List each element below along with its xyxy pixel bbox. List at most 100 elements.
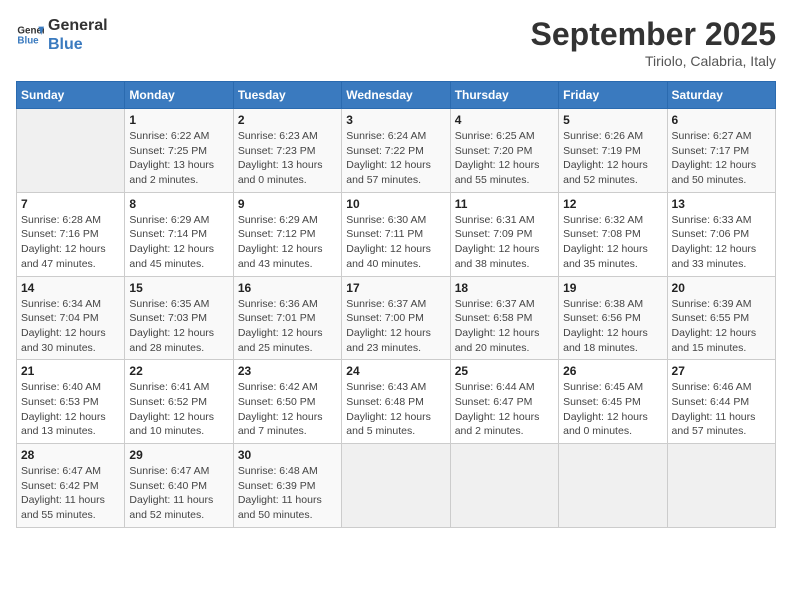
page-header: General Blue General Blue September 2025… bbox=[16, 16, 776, 69]
day-info: Sunrise: 6:38 AM Sunset: 6:56 PM Dayligh… bbox=[563, 297, 662, 356]
day-info: Sunrise: 6:25 AM Sunset: 7:20 PM Dayligh… bbox=[455, 129, 554, 188]
day-number: 8 bbox=[129, 197, 228, 211]
day-number: 29 bbox=[129, 448, 228, 462]
calendar-cell: 21 Sunrise: 6:40 AM Sunset: 6:53 PM Dayli… bbox=[17, 360, 125, 444]
weekday-header: Thursday bbox=[450, 82, 558, 109]
calendar-cell: 8Sunrise: 6:29 AM Sunset: 7:14 PM Daylig… bbox=[125, 192, 233, 276]
day-info: Sunrise: 6:23 AM Sunset: 7:23 PM Dayligh… bbox=[238, 129, 337, 188]
day-info: Sunrise: 6:29 AM Sunset: 7:12 PM Dayligh… bbox=[238, 213, 337, 272]
day-number: 21 bbox=[21, 364, 120, 378]
day-number: 26 bbox=[563, 364, 662, 378]
logo-general: General bbox=[48, 16, 108, 35]
calendar-cell: 10Sunrise: 6:30 AM Sunset: 7:11 PM Dayli… bbox=[342, 192, 450, 276]
day-info: Sunrise: 6:43 AM Sunset: 6:48 PM Dayligh… bbox=[346, 380, 445, 439]
day-number: 23 bbox=[238, 364, 337, 378]
day-number: 22 bbox=[129, 364, 228, 378]
logo: General Blue General Blue bbox=[16, 16, 108, 54]
calendar-cell: 17 Sunrise: 6:37 AM Sunset: 7:00 PM Dayli… bbox=[342, 276, 450, 360]
day-number: 17 bbox=[346, 281, 445, 295]
svg-text:Blue: Blue bbox=[17, 36, 39, 47]
day-number: 5 bbox=[563, 113, 662, 127]
day-info: Sunrise: 6:32 AM Sunset: 7:08 PM Dayligh… bbox=[563, 213, 662, 272]
day-info: Sunrise: 6:36 AM Sunset: 7:01 PM Dayligh… bbox=[238, 297, 337, 356]
location: Tiriolo, Calabria, Italy bbox=[531, 53, 776, 69]
calendar-cell bbox=[342, 444, 450, 528]
day-number: 9 bbox=[238, 197, 337, 211]
day-number: 6 bbox=[672, 113, 771, 127]
day-info: Sunrise: 6:40 AM Sunset: 6:53 PM Dayligh… bbox=[21, 380, 120, 439]
calendar-cell: 29 Sunrise: 6:47 AM Sunset: 6:40 PM Dayli… bbox=[125, 444, 233, 528]
calendar-cell: 18 Sunrise: 6:37 AM Sunset: 6:58 PM Dayli… bbox=[450, 276, 558, 360]
calendar-cell bbox=[17, 109, 125, 193]
day-number: 30 bbox=[238, 448, 337, 462]
day-number: 7 bbox=[21, 197, 120, 211]
calendar-cell: 19 Sunrise: 6:38 AM Sunset: 6:56 PM Dayli… bbox=[559, 276, 667, 360]
day-number: 19 bbox=[563, 281, 662, 295]
calendar-cell: 28Sunrise: 6:47 AM Sunset: 6:42 PM Dayli… bbox=[17, 444, 125, 528]
day-number: 16 bbox=[238, 281, 337, 295]
calendar-cell: 1 Sunrise: 6:22 AM Sunset: 7:25 PM Daylig… bbox=[125, 109, 233, 193]
calendar-cell: 15Sunrise: 6:35 AM Sunset: 7:03 PM Dayli… bbox=[125, 276, 233, 360]
day-number: 25 bbox=[455, 364, 554, 378]
calendar-cell: 2 Sunrise: 6:23 AM Sunset: 7:23 PM Daylig… bbox=[233, 109, 341, 193]
calendar-cell: 3Sunrise: 6:24 AM Sunset: 7:22 PM Daylig… bbox=[342, 109, 450, 193]
weekday-header: Friday bbox=[559, 82, 667, 109]
day-number: 11 bbox=[455, 197, 554, 211]
calendar-cell: 23 Sunrise: 6:42 AM Sunset: 6:50 PM Dayli… bbox=[233, 360, 341, 444]
calendar-cell: 20 Sunrise: 6:39 AM Sunset: 6:55 PM Dayli… bbox=[667, 276, 775, 360]
day-info: Sunrise: 6:30 AM Sunset: 7:11 PM Dayligh… bbox=[346, 213, 445, 272]
calendar-cell: 27 Sunrise: 6:46 AM Sunset: 6:44 PM Dayli… bbox=[667, 360, 775, 444]
month-title: September 2025 bbox=[531, 16, 776, 53]
calendar-cell bbox=[559, 444, 667, 528]
day-number: 20 bbox=[672, 281, 771, 295]
logo-blue: Blue bbox=[48, 35, 108, 54]
day-number: 18 bbox=[455, 281, 554, 295]
calendar-cell: 22 Sunrise: 6:41 AM Sunset: 6:52 PM Dayli… bbox=[125, 360, 233, 444]
calendar-cell: 26 Sunrise: 6:45 AM Sunset: 6:45 PM Dayli… bbox=[559, 360, 667, 444]
day-info: Sunrise: 6:34 AM Sunset: 7:04 PM Dayligh… bbox=[21, 297, 120, 356]
calendar-cell: 4 Sunrise: 6:25 AM Sunset: 7:20 PM Daylig… bbox=[450, 109, 558, 193]
day-number: 15 bbox=[129, 281, 228, 295]
calendar-cell bbox=[667, 444, 775, 528]
calendar-cell: 11 Sunrise: 6:31 AM Sunset: 7:09 PM Dayli… bbox=[450, 192, 558, 276]
day-info: Sunrise: 6:41 AM Sunset: 6:52 PM Dayligh… bbox=[129, 380, 228, 439]
calendar-cell: 7 Sunrise: 6:28 AM Sunset: 7:16 PM Daylig… bbox=[17, 192, 125, 276]
day-info: Sunrise: 6:47 AM Sunset: 6:40 PM Dayligh… bbox=[129, 464, 228, 523]
weekday-header: Monday bbox=[125, 82, 233, 109]
day-info: Sunrise: 6:44 AM Sunset: 6:47 PM Dayligh… bbox=[455, 380, 554, 439]
calendar-table: SundayMondayTuesdayWednesdayThursdayFrid… bbox=[16, 81, 776, 528]
calendar-cell: 25 Sunrise: 6:44 AM Sunset: 6:47 PM Dayli… bbox=[450, 360, 558, 444]
calendar-cell: 9 Sunrise: 6:29 AM Sunset: 7:12 PM Daylig… bbox=[233, 192, 341, 276]
day-info: Sunrise: 6:46 AM Sunset: 6:44 PM Dayligh… bbox=[672, 380, 771, 439]
day-number: 27 bbox=[672, 364, 771, 378]
day-info: Sunrise: 6:48 AM Sunset: 6:39 PM Dayligh… bbox=[238, 464, 337, 523]
day-info: Sunrise: 6:39 AM Sunset: 6:55 PM Dayligh… bbox=[672, 297, 771, 356]
day-number: 14 bbox=[21, 281, 120, 295]
weekday-header: Wednesday bbox=[342, 82, 450, 109]
day-number: 1 bbox=[129, 113, 228, 127]
day-info: Sunrise: 6:28 AM Sunset: 7:16 PM Dayligh… bbox=[21, 213, 120, 272]
weekday-header: Saturday bbox=[667, 82, 775, 109]
day-number: 12 bbox=[563, 197, 662, 211]
calendar-cell: 13Sunrise: 6:33 AM Sunset: 7:06 PM Dayli… bbox=[667, 192, 775, 276]
day-info: Sunrise: 6:22 AM Sunset: 7:25 PM Dayligh… bbox=[129, 129, 228, 188]
day-number: 24 bbox=[346, 364, 445, 378]
calendar-cell: 5 Sunrise: 6:26 AM Sunset: 7:19 PM Daylig… bbox=[559, 109, 667, 193]
calendar-cell: 12 Sunrise: 6:32 AM Sunset: 7:08 PM Dayli… bbox=[559, 192, 667, 276]
day-number: 4 bbox=[455, 113, 554, 127]
day-number: 2 bbox=[238, 113, 337, 127]
calendar-cell: 14 Sunrise: 6:34 AM Sunset: 7:04 PM Dayli… bbox=[17, 276, 125, 360]
day-info: Sunrise: 6:33 AM Sunset: 7:06 PM Dayligh… bbox=[672, 213, 771, 272]
day-info: Sunrise: 6:45 AM Sunset: 6:45 PM Dayligh… bbox=[563, 380, 662, 439]
day-info: Sunrise: 6:42 AM Sunset: 6:50 PM Dayligh… bbox=[238, 380, 337, 439]
calendar-cell bbox=[450, 444, 558, 528]
calendar-cell: 6 Sunrise: 6:27 AM Sunset: 7:17 PM Daylig… bbox=[667, 109, 775, 193]
calendar-cell: 30 Sunrise: 6:48 AM Sunset: 6:39 PM Dayli… bbox=[233, 444, 341, 528]
day-info: Sunrise: 6:27 AM Sunset: 7:17 PM Dayligh… bbox=[672, 129, 771, 188]
day-info: Sunrise: 6:37 AM Sunset: 7:00 PM Dayligh… bbox=[346, 297, 445, 356]
day-info: Sunrise: 6:31 AM Sunset: 7:09 PM Dayligh… bbox=[455, 213, 554, 272]
weekday-header: Tuesday bbox=[233, 82, 341, 109]
day-info: Sunrise: 6:37 AM Sunset: 6:58 PM Dayligh… bbox=[455, 297, 554, 356]
logo-icon: General Blue bbox=[16, 21, 44, 49]
day-info: Sunrise: 6:26 AM Sunset: 7:19 PM Dayligh… bbox=[563, 129, 662, 188]
